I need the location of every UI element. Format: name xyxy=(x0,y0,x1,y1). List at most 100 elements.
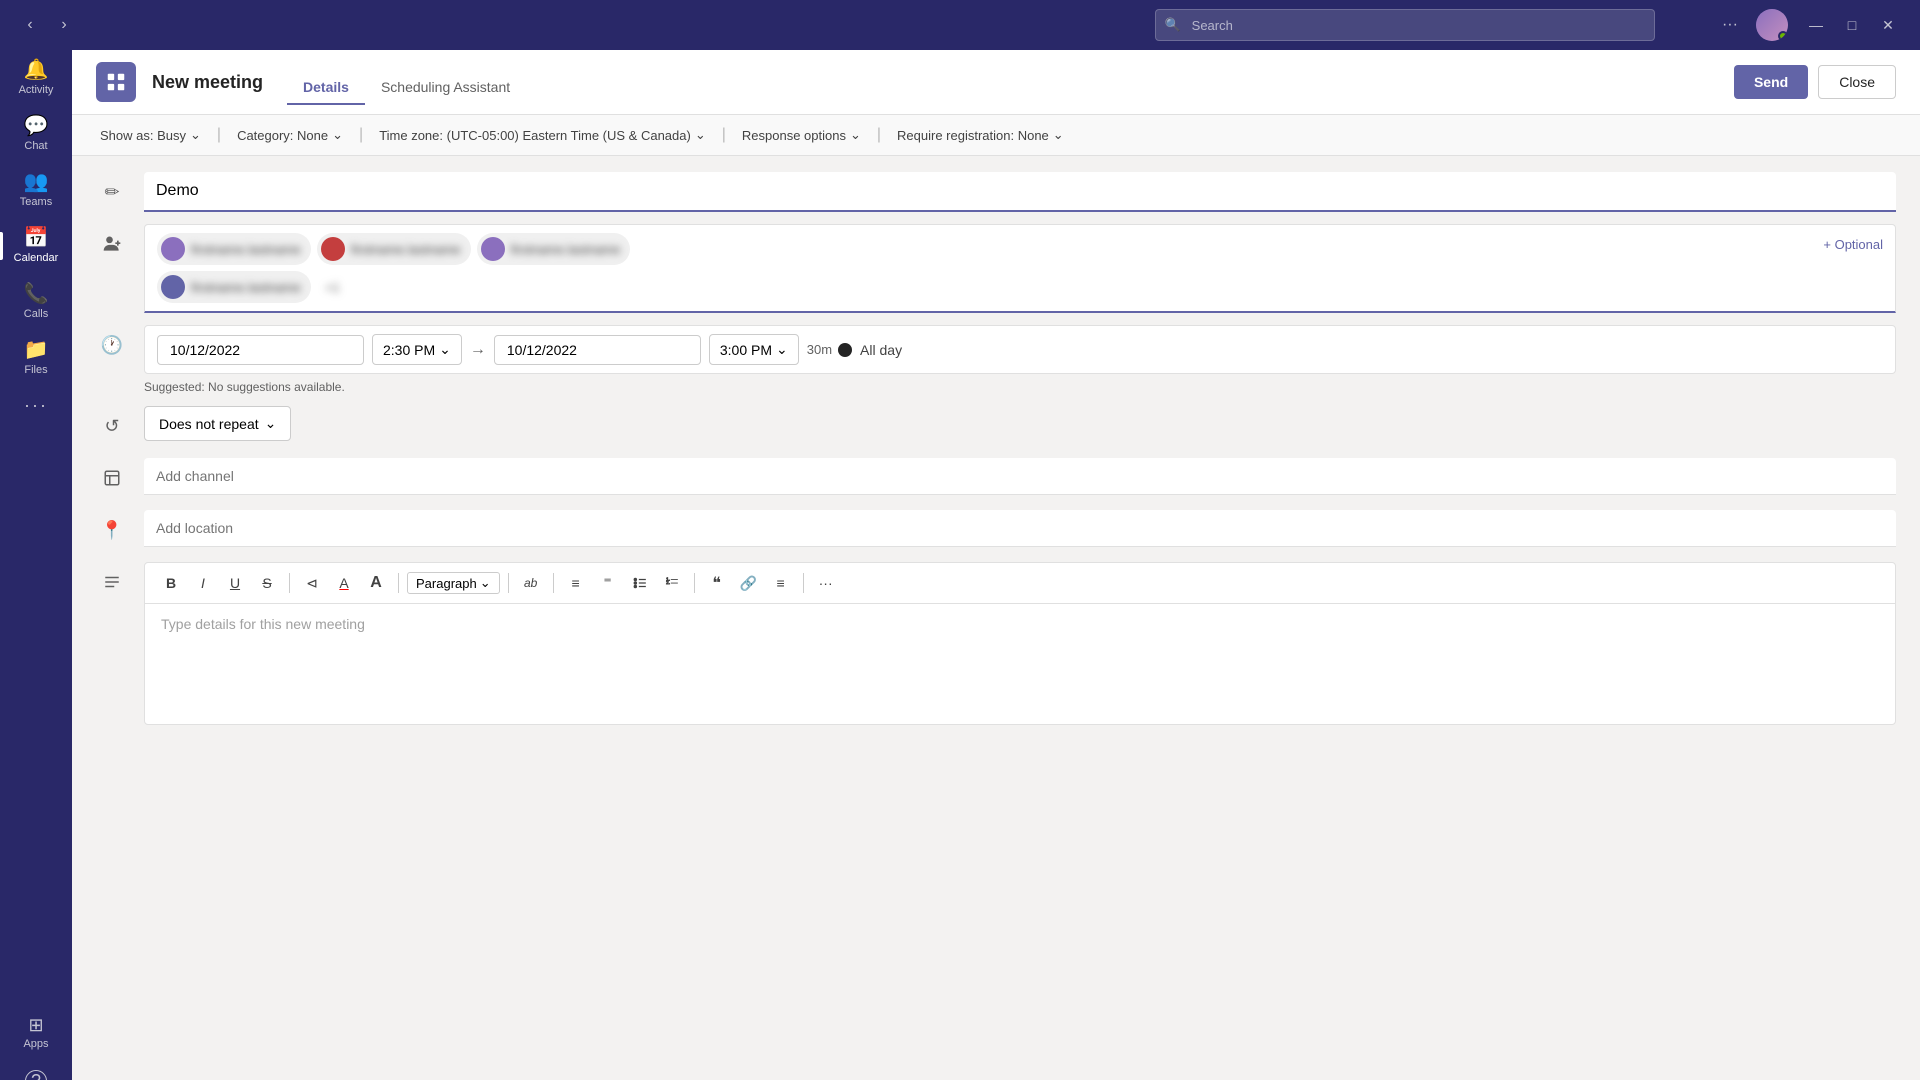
title-input[interactable] xyxy=(144,172,1896,212)
calls-icon: 📞 xyxy=(24,284,49,304)
paragraph-dropdown[interactable]: Paragraph ⌄ xyxy=(407,572,500,594)
topbar: ‹ › 🔍 ··· — □ ✕ xyxy=(0,0,1920,50)
duration-value: 30m xyxy=(807,342,832,357)
editor-row: B I U S ⊲ A A Paragraph ⌄ xyxy=(96,562,1896,725)
font-size-button[interactable]: A xyxy=(362,569,390,597)
channel-input[interactable] xyxy=(144,458,1896,495)
optional-button[interactable]: + Optional xyxy=(1823,237,1883,252)
tab-details[interactable]: Details xyxy=(287,71,365,105)
meeting-title: New meeting xyxy=(152,72,263,93)
sidebar-item-apps-label: Apps xyxy=(23,1038,48,1050)
end-date-input[interactable] xyxy=(494,335,701,365)
sidebar-item-calendar[interactable]: 📅 Calendar xyxy=(0,218,72,274)
align-center-button[interactable]: ⁼ xyxy=(594,569,622,597)
sidebar-item-teams[interactable]: 👥 Teams xyxy=(0,162,72,218)
sidebar-item-apps[interactable]: ⊞ Apps xyxy=(0,1006,72,1060)
sidebar-item-more[interactable]: ··· xyxy=(0,386,72,424)
channel-icon xyxy=(96,458,128,498)
link-button[interactable]: 🔗 xyxy=(735,569,763,597)
sidebar-item-files[interactable]: 📁 Files xyxy=(0,330,72,386)
bullets-button[interactable] xyxy=(626,569,654,597)
toolbar-sep-6 xyxy=(803,573,804,593)
duration-badge: 30m xyxy=(807,342,852,357)
repeat-select[interactable]: Does not repeat ⌄ xyxy=(144,406,291,441)
end-time-select[interactable]: 3:00 PM ⌄ xyxy=(709,334,799,365)
attendee-chip-3[interactable]: firstname.lastname xyxy=(477,233,631,265)
attendee-chip-2[interactable]: firstname.lastname xyxy=(317,233,471,265)
attendees-box[interactable]: firstname.lastname firstname.lastname fi… xyxy=(144,224,1896,313)
sidebar-item-files-label: Files xyxy=(24,364,47,376)
attendee-row-2: firstname.lastname +1 xyxy=(157,271,1883,303)
calendar-icon: 📅 xyxy=(24,228,49,248)
repeat-row: ↺ Does not repeat ⌄ xyxy=(96,406,1896,446)
more-options-button[interactable]: ··· xyxy=(1716,11,1744,39)
topbar-right: ··· — □ ✕ xyxy=(1716,9,1904,41)
require-registration-dropdown[interactable]: Require registration: None ⌄ xyxy=(893,125,1068,145)
text-align-button[interactable]: ≡ xyxy=(767,569,795,597)
require-registration-chevron: ⌄ xyxy=(1053,127,1064,143)
category-dropdown[interactable]: Category: None ⌄ xyxy=(233,125,347,145)
start-date-input[interactable] xyxy=(157,335,364,365)
timezone-label: Time zone: (UTC-05:00) Eastern Time (US … xyxy=(379,128,691,143)
clock-icon: 🕐 xyxy=(96,325,128,365)
toolbar-sep-3 xyxy=(508,573,509,593)
format-icon xyxy=(96,562,128,602)
highlight-button[interactable]: ab xyxy=(517,569,545,597)
duration-dot xyxy=(838,343,852,357)
suggestions-text: Suggested: No suggestions available. xyxy=(144,380,1896,394)
attendee-chip-4[interactable]: firstname.lastname xyxy=(157,271,311,303)
more-icon: ··· xyxy=(24,396,48,414)
send-button[interactable]: Send xyxy=(1734,65,1808,99)
category-label: Category: None xyxy=(237,128,328,143)
italic-button[interactable]: I xyxy=(189,569,217,597)
attendee-name-2: firstname.lastname xyxy=(351,242,461,257)
avatar[interactable] xyxy=(1756,9,1788,41)
activity-icon: 🔔 xyxy=(24,60,49,80)
show-as-dropdown[interactable]: Show as: Busy ⌄ xyxy=(96,125,205,145)
close-button[interactable]: ✕ xyxy=(1872,9,1904,41)
sidebar-item-calls[interactable]: 📞 Calls xyxy=(0,274,72,330)
response-options-dropdown[interactable]: Response options ⌄ xyxy=(738,125,865,145)
start-time-select[interactable]: 2:30 PM ⌄ xyxy=(372,334,462,365)
nav-back-button[interactable]: ‹ xyxy=(16,11,44,39)
sidebar: 🔔 Activity 💬 Chat 👥 Teams 📅 Calendar 📞 C… xyxy=(0,50,72,1080)
minimize-button[interactable]: — xyxy=(1800,9,1832,41)
maximize-button[interactable]: □ xyxy=(1836,9,1868,41)
more-toolbar-button[interactable]: ··· xyxy=(812,569,840,597)
search-input[interactable] xyxy=(1155,9,1655,41)
location-input[interactable] xyxy=(144,510,1896,547)
repeat-icon: ↺ xyxy=(96,406,128,446)
attendee-avatar-1 xyxy=(161,237,185,261)
tab-scheduling[interactable]: Scheduling Assistant xyxy=(365,71,526,105)
bold-button[interactable]: B xyxy=(157,569,185,597)
close-meeting-button[interactable]: Close xyxy=(1818,65,1896,99)
quote-button[interactable]: ❝ xyxy=(703,569,731,597)
attendee-avatar-2 xyxy=(321,237,345,261)
datetime-row: 🕐 2:30 PM ⌄ → 3:00 PM ⌄ 30m xyxy=(96,325,1896,394)
attendee-chip-1[interactable]: firstname.lastname xyxy=(157,233,311,265)
numbering-button[interactable]: 1. 2. xyxy=(658,569,686,597)
attendee-name-3: firstname.lastname xyxy=(511,242,621,257)
sidebar-item-activity[interactable]: 🔔 Activity xyxy=(0,50,72,106)
attendee-name-1: firstname.lastname xyxy=(191,242,301,257)
editor-toolbar: B I U S ⊲ A A Paragraph ⌄ xyxy=(145,563,1895,604)
response-options-chevron: ⌄ xyxy=(850,127,861,143)
sidebar-item-chat[interactable]: 💬 Chat xyxy=(0,106,72,162)
toolbar-sep-1 xyxy=(289,573,290,593)
meeting-icon xyxy=(96,62,136,102)
timezone-chevron: ⌄ xyxy=(695,127,706,143)
font-color-button[interactable]: A xyxy=(330,569,358,597)
decrease-indent-button[interactable]: ⊲ xyxy=(298,569,326,597)
timezone-dropdown[interactable]: Time zone: (UTC-05:00) Eastern Time (US … xyxy=(375,125,710,145)
strikethrough-button[interactable]: S xyxy=(253,569,281,597)
datetime-content: 2:30 PM ⌄ → 3:00 PM ⌄ 30m All day Su xyxy=(144,325,1896,394)
end-time-label: 3:00 PM xyxy=(720,342,772,358)
toolbar-sep-4 xyxy=(553,573,554,593)
editor-body[interactable]: Type details for this new meeting xyxy=(145,604,1895,724)
sidebar-item-help[interactable]: ? Help xyxy=(0,1060,72,1080)
underline-button[interactable]: U xyxy=(221,569,249,597)
nav-forward-button[interactable]: › xyxy=(50,11,78,39)
location-content xyxy=(144,510,1896,547)
align-left-button[interactable]: ≡ xyxy=(562,569,590,597)
paragraph-chevron: ⌄ xyxy=(480,575,491,591)
